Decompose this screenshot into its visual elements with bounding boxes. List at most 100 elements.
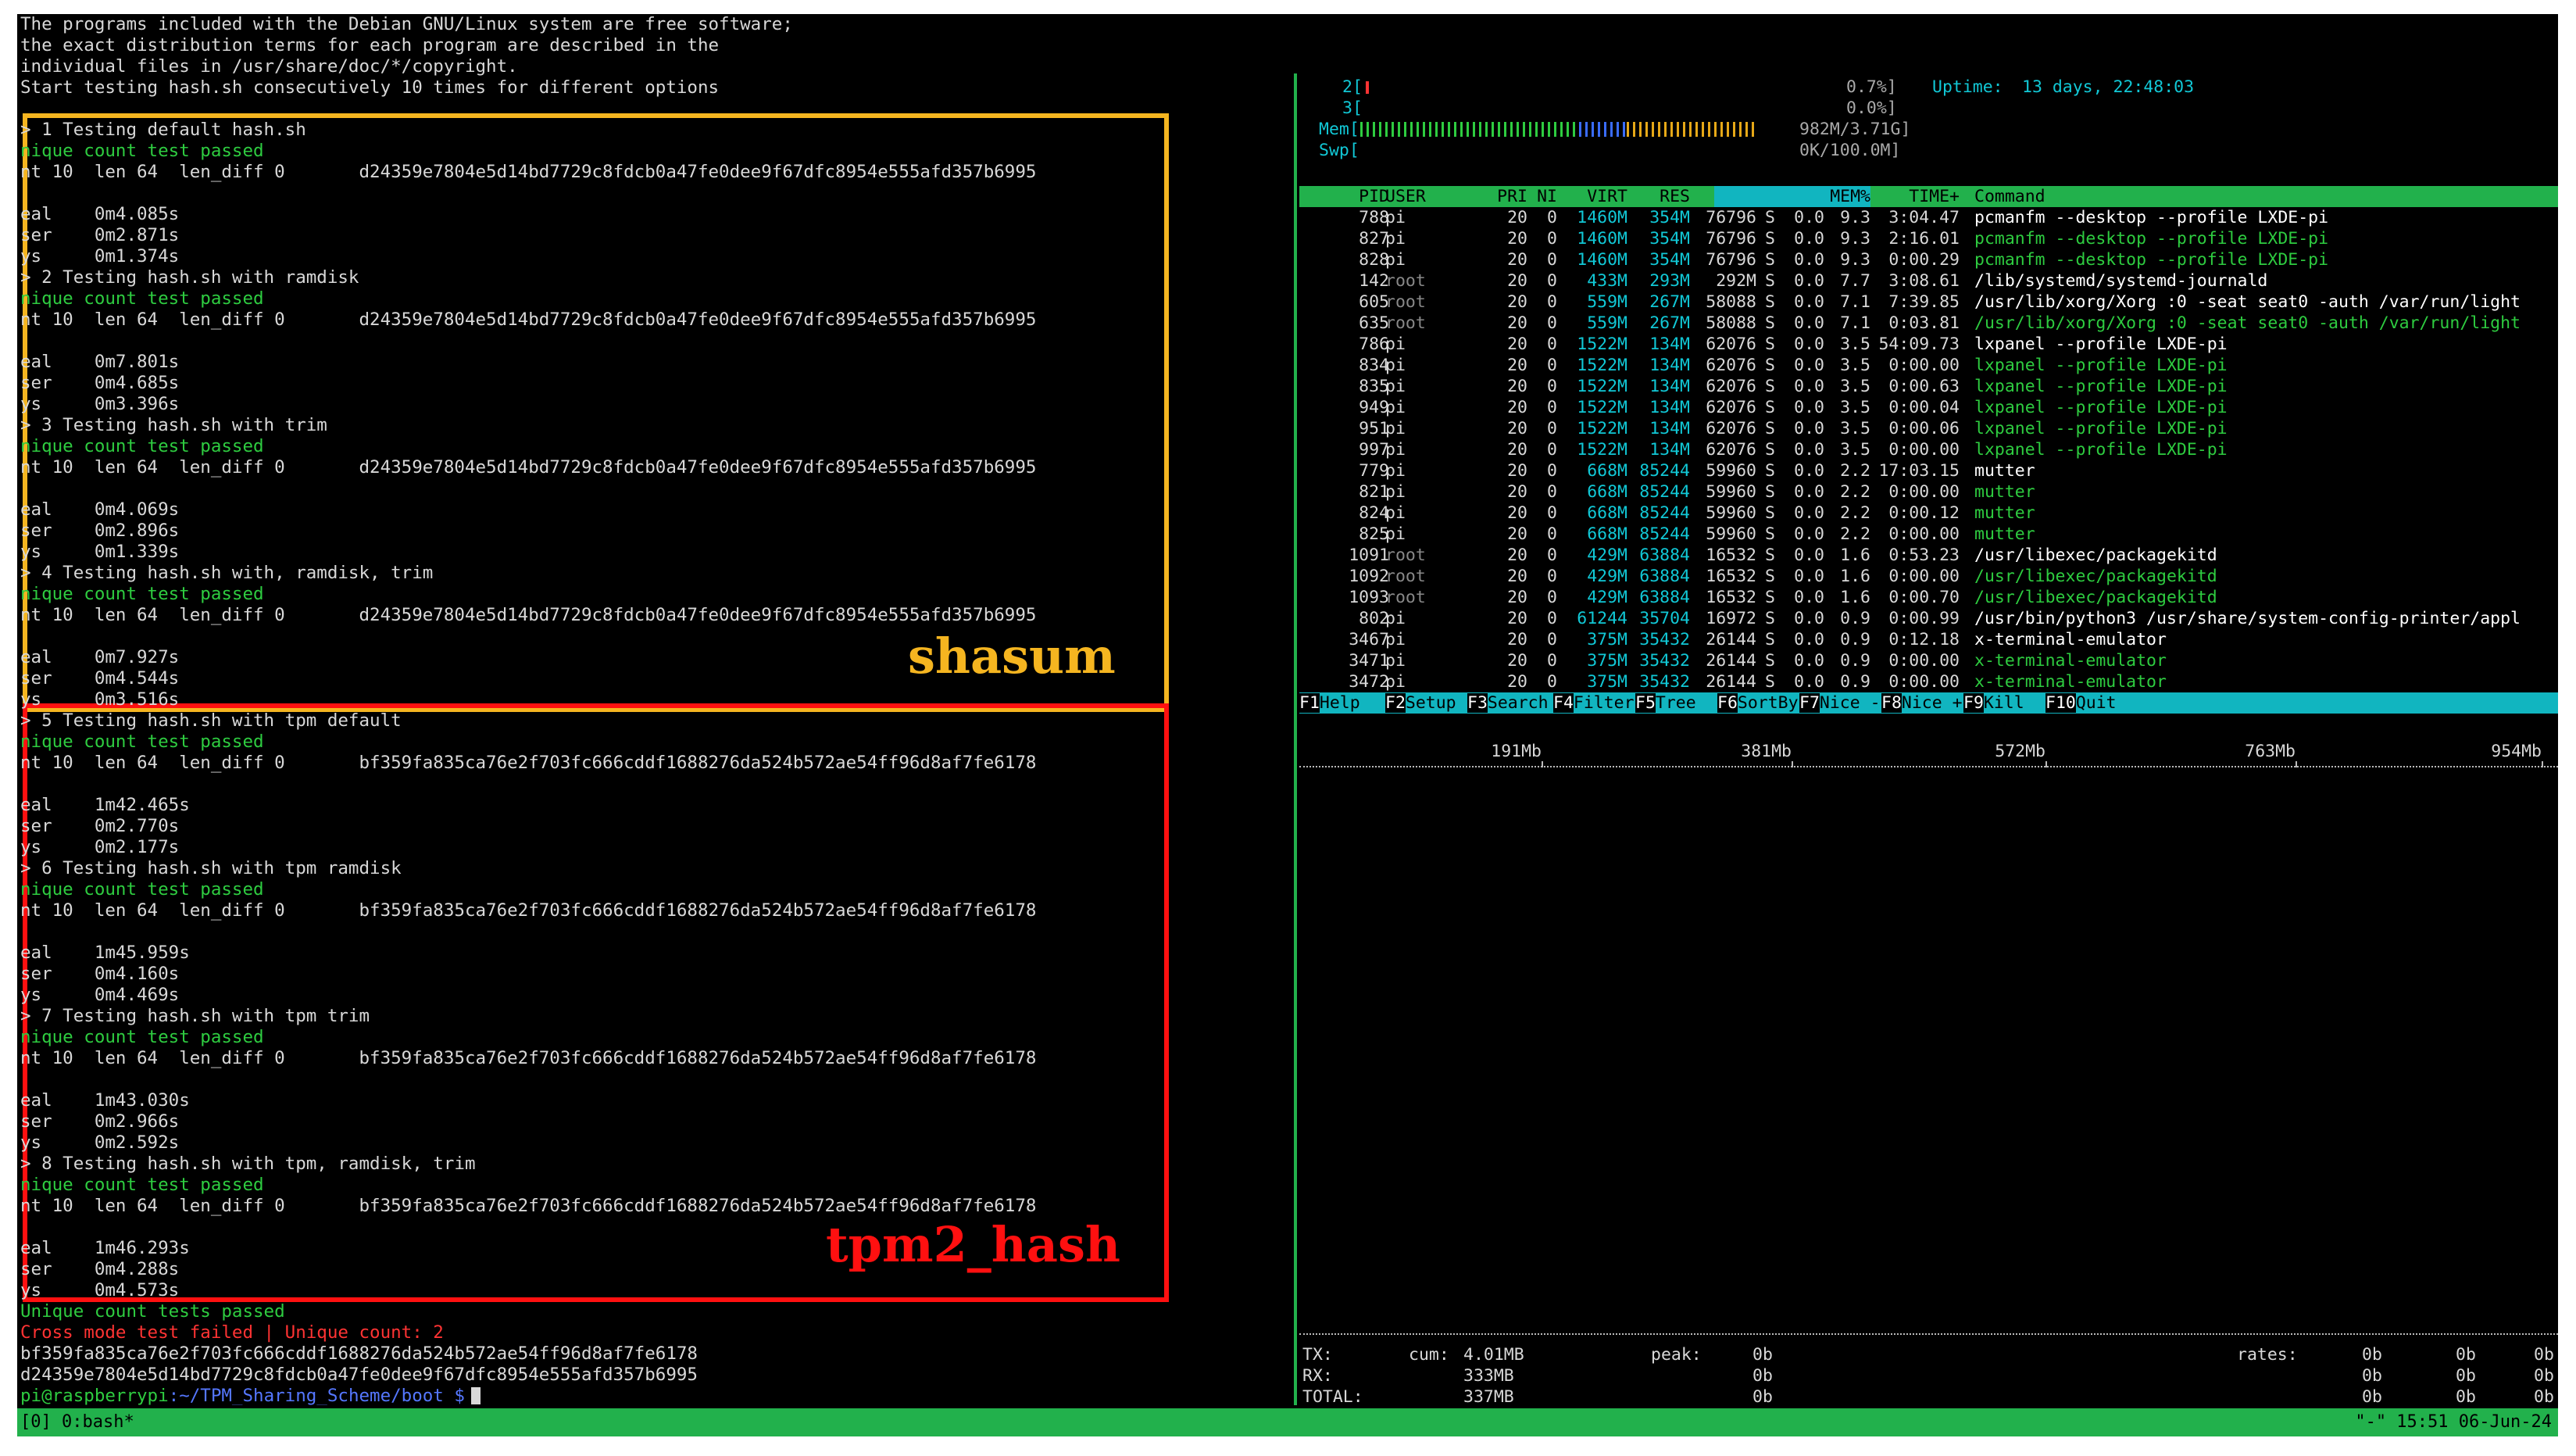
- cell-command: lxpanel --profile LXDE-pi: [1974, 356, 2228, 375]
- total-rate-2: 0b: [2456, 1387, 2476, 1405]
- prompt-user: pi@raspberrypi: [20, 1386, 169, 1405]
- process-row[interactable]: 3467 pi 20 0 375M 35432 26144 S 0.0 0.9 0:12.18 x-t…: [1299, 629, 2558, 650]
- process-row[interactable]: 3472 pi 20 0 375M 35432 26144 S 0.0 0.9 0:00.00 x-t…: [1299, 671, 2558, 692]
- process-row[interactable]: 786 pi 20 0 1522M 134M 62076 S 0.0 3.5 54:09.73 lxp…: [1299, 334, 2558, 355]
- cell-command: /usr/libexec/packagekitd: [1974, 546, 2217, 565]
- fkey-label: Setup: [1405, 693, 1456, 713]
- process-row[interactable]: 824 pi 20 0 668M 85244 59960 S 0.0 2.2 0:00.12 mutt…: [1299, 503, 2558, 524]
- process-row[interactable]: 1092 root 20 0 429M 63884 16532 S 0.0 1.6 0:00.00/…: [1299, 566, 2558, 587]
- fkey-quit[interactable]: F10Quit: [2045, 692, 2117, 714]
- process-row[interactable]: 605 root 20 0 559M 267M 58088 S 0.0 7.1 7:39.85/us…: [1299, 292, 2558, 313]
- fkey-label: Nice -: [1819, 693, 1881, 713]
- bandwidth-scale-label: 191Mb: [1491, 742, 1542, 761]
- fkey-filter[interactable]: F4Filter: [1553, 692, 1635, 714]
- cell-time: 0:12.18: [1888, 630, 1960, 649]
- process-row[interactable]: 779 pi 20 0 668M 85244 59960 S 0.0 2.2 17:03.15 mut…: [1299, 460, 2558, 481]
- test-hash-line: nt 10 len 64 len_diff 0 bf359fa835ca76e2…: [20, 900, 1037, 921]
- cell-time: 54:09.73: [1878, 334, 1960, 354]
- test-passed-line: nique count test passed: [20, 141, 264, 161]
- fkey-label: Nice +: [1901, 693, 1963, 713]
- fkey-key: F7: [1799, 693, 1820, 713]
- fkey-nice[interactable]: F8Nice +: [1881, 692, 1963, 714]
- motd-line: The programs included with the Debian GN…: [20, 14, 793, 34]
- pane-divider[interactable]: [1294, 73, 1297, 1405]
- process-row[interactable]: 951 pi 20 0 1522M 134M 62076 S 0.0 3.5 0:00.06 lxpa…: [1299, 418, 2558, 439]
- test-hash-line: nt 10 len 64 len_diff 0 d24359e7804e5d14…: [20, 605, 1037, 625]
- fkey-label: Help: [1319, 693, 1360, 713]
- cpu3-meter-label: 3[: [1342, 98, 1363, 118]
- process-row[interactable]: 835 pi 20 0 1522M 134M 62076 S 0.0 3.5 0:00.63 lxpa…: [1299, 376, 2558, 397]
- swap-value: 0K/100.0M]: [1799, 141, 1901, 160]
- test-title: > 2 Testing hash.sh with ramdisk: [20, 267, 359, 288]
- fkey-help[interactable]: F1Help: [1299, 692, 1360, 714]
- fkey-label: Kill: [1983, 693, 2024, 713]
- fkey-key: F8: [1881, 693, 1902, 713]
- fkey-kill[interactable]: F9Kill: [1963, 692, 2024, 714]
- fkey-setup[interactable]: F2Setup: [1385, 692, 1456, 714]
- test-passed-line: nique count test passed: [20, 584, 264, 604]
- cell-time: 0:00.00: [1888, 440, 1960, 460]
- tmux-window-list[interactable]: [0] 0:bash*: [20, 1408, 134, 1436]
- fkey-label: Tree: [1655, 693, 1696, 713]
- process-row[interactable]: 1093 root 20 0 429M 63884 16532 S 0.0 1.6 0:00.70/…: [1299, 587, 2558, 608]
- cell-time: 0:00.99: [1888, 609, 1960, 628]
- cell-command: mutter: [1974, 482, 2035, 502]
- rx-rate-2: 0b: [2456, 1366, 2476, 1386]
- time-user: ser 0m4.685s: [20, 373, 180, 393]
- time-real: eal 0m7.927s: [20, 647, 180, 667]
- process-row[interactable]: 142 root 20 0 433M 293M 292M S 0.0 7.7 3:08.61/lib…: [1299, 270, 2558, 292]
- shell-prompt[interactable]: pi@raspberrypi:~/TPM_Sharing_Scheme/boot…: [20, 1386, 481, 1405]
- cell-command: lxpanel --profile LXDE-pi: [1974, 398, 2228, 417]
- test-title: > 7 Testing hash.sh with tpm trim: [20, 1006, 370, 1026]
- process-row[interactable]: 827 pi 20 0 1460M 354M 76796 S 0.0 9.3 2:16.01 pcma…: [1299, 228, 2558, 249]
- fkey-search[interactable]: F3Search: [1467, 692, 1549, 714]
- process-row[interactable]: 821 pi 20 0 668M 85244 59960 S 0.0 2.2 0:00.00 mutt…: [1299, 481, 2558, 503]
- process-row[interactable]: 825 pi 20 0 668M 85244 59960 S 0.0 2.2 0:00.00 mutt…: [1299, 524, 2558, 545]
- cell-time: 3:08.61: [1888, 271, 1960, 291]
- process-row[interactable]: 834 pi 20 0 1522M 134M 62076 S 0.0 3.5 0:00.00 lxpa…: [1299, 355, 2558, 376]
- cell-time: 0:00.12: [1888, 503, 1960, 523]
- bandwidth-scale-label: 954Mb: [2491, 742, 2542, 761]
- fkey-nice[interactable]: F7Nice -: [1799, 692, 1881, 714]
- cell-time: 2:16.01: [1888, 229, 1960, 249]
- process-table-header: PIDUSERPRINIVIRTRESSHRSCPU%MEM%TIME+Comm…: [1299, 186, 2558, 207]
- column-header-time[interactable]: TIME+: [1803, 186, 1960, 207]
- right-terminal-pane[interactable]: 2[0.7%] 3[0.0%] Uptime: 13 days, 22:48:03 M…: [1299, 14, 2558, 1405]
- cell-command: lxpanel --profile LXDE-pi: [1974, 419, 2228, 438]
- column-header-command[interactable]: Command: [1974, 186, 2045, 207]
- cell-time: 0:00.06: [1888, 419, 1960, 438]
- time-sys: ys 0m2.592s: [20, 1132, 180, 1153]
- time-real: eal 1m46.293s: [20, 1238, 190, 1258]
- bandwidth-scale-label: 572Mb: [1995, 742, 2045, 761]
- test-passed-line: nique count test passed: [20, 879, 264, 900]
- test-passed-line: nique count test passed: [20, 1027, 264, 1047]
- cell-command: lxpanel --profile LXDE-pi: [1974, 334, 2228, 354]
- cell-time: 0:00.00: [1888, 672, 1960, 692]
- process-row[interactable]: 828 pi 20 0 1460M 354M 76796 S 0.0 9.3 0:00.29 pcma…: [1299, 249, 2558, 270]
- process-row[interactable]: 635 root 20 0 559M 267M 58088 S 0.0 7.1 0:03.81/us…: [1299, 313, 2558, 334]
- process-row[interactable]: 3471 pi 20 0 375M 35432 26144 S 0.0 0.9 0:00.00 x-t…: [1299, 650, 2558, 671]
- rx-label: RX:: [1302, 1366, 1333, 1386]
- fkey-label: Filter: [1573, 693, 1635, 713]
- process-row[interactable]: 949 pi 20 0 1522M 134M 62076 S 0.0 3.5 0:00.04 lxpa…: [1299, 397, 2558, 418]
- fkey-sortby[interactable]: F6SortBy: [1717, 692, 1799, 714]
- fkey-tree[interactable]: F5Tree: [1635, 692, 1696, 714]
- cum-label: cum:: [1409, 1345, 1449, 1365]
- test-title: > 1 Testing default hash.sh: [20, 120, 306, 140]
- scale-tick: [2542, 761, 2543, 767]
- time-user: ser 0m4.288s: [20, 1259, 180, 1279]
- cell-command: pcmanfm --desktop --profile LXDE-pi: [1974, 229, 2329, 249]
- time-sys: ys 0m1.339s: [20, 542, 180, 562]
- time-user: ser 0m4.160s: [20, 964, 180, 984]
- tx-rate-3: 0b: [2534, 1345, 2554, 1365]
- cell-time: 17:03.15: [1878, 461, 1960, 481]
- left-terminal-pane[interactable]: The programs included with the Debian GN…: [17, 14, 1291, 1405]
- fkey-key: F4: [1553, 693, 1574, 713]
- process-row[interactable]: 997 pi 20 0 1522M 134M 62076 S 0.0 3.5 0:00.00 lxpa…: [1299, 439, 2558, 460]
- process-row[interactable]: 788 pi 20 0 1460M 354M 76796 S 0.0 9.3 3:04.47 pcma…: [1299, 207, 2558, 228]
- motd-line: Start testing hash.sh consecutively 10 t…: [20, 77, 720, 98]
- bandwidth-scale-label: 763Mb: [2245, 742, 2296, 761]
- process-row[interactable]: 1091 root 20 0 429M 63884 16532 S 0.0 1.6 0:53.23/…: [1299, 545, 2558, 566]
- process-row[interactable]: 802 pi 20 0 61244 35704 16972 S 0.0 0.9 0:00.99/us…: [1299, 608, 2558, 629]
- cpu2-meter-label: 2[: [1342, 77, 1363, 97]
